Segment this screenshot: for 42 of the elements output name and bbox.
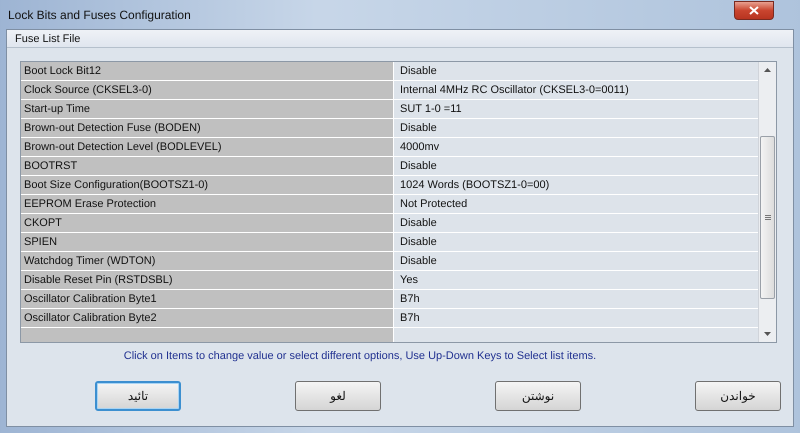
fuse-value[interactable]: B7h bbox=[394, 290, 758, 308]
fuse-value[interactable]: Disable bbox=[394, 252, 758, 270]
fuse-value[interactable]: Disable bbox=[394, 157, 758, 175]
scroll-down-icon[interactable] bbox=[764, 332, 771, 336]
scroll-thumb[interactable] bbox=[760, 136, 775, 299]
fuse-value[interactable]: Yes bbox=[394, 271, 758, 289]
fuse-name[interactable]: Oscillator Calibration Byte1 bbox=[21, 290, 394, 308]
fuse-name[interactable]: Clock Source (CKSEL3-0) bbox=[21, 81, 394, 99]
fuse-name[interactable]: BOOTRST bbox=[21, 157, 394, 175]
close-icon bbox=[749, 6, 759, 15]
fuse-name[interactable]: Boot Size Configuration(BOOTSZ1-0) bbox=[21, 176, 394, 194]
dialog-button[interactable]: خواندن bbox=[695, 381, 781, 411]
fuse-value[interactable]: Disable bbox=[394, 233, 758, 251]
fuse-value[interactable]: Disable bbox=[394, 214, 758, 232]
scrollbar[interactable] bbox=[758, 62, 776, 342]
fuse-value[interactable]: Internal 4MHz RC Oscillator (CKSEL3-0=0011) bbox=[394, 81, 758, 99]
fuse-value[interactable]: Disable bbox=[394, 62, 758, 80]
fuse-name[interactable]: Watchdog Timer (WDTON) bbox=[21, 252, 394, 270]
fuse-name[interactable]: Brown-out Detection Level (BODLEVEL) bbox=[21, 138, 394, 156]
dialog-button[interactable]: لغو bbox=[295, 381, 381, 411]
grip-icon bbox=[764, 215, 770, 220]
dialog-button[interactable]: نوشتن bbox=[495, 381, 581, 411]
fuse-value[interactable]: Disable bbox=[394, 119, 758, 137]
scroll-up-icon[interactable] bbox=[764, 68, 771, 72]
hint-text: Click on Items to change value or select different options, Use Up-Down Keys to Select list items. bbox=[122, 350, 598, 362]
group-title: Fuse List File bbox=[15, 32, 80, 44]
fuse-name[interactable]: Boot Lock Bit12 bbox=[21, 62, 394, 80]
fuse-name[interactable]: CKOPT bbox=[21, 214, 394, 232]
fuse-name[interactable]: Start-up Time bbox=[21, 100, 394, 118]
fuse-name[interactable]: Disable Reset Pin (RSTDSBL) bbox=[21, 271, 394, 289]
fuse-value[interactable]: B7h bbox=[394, 309, 758, 327]
fuse-value[interactable]: Not Protected bbox=[394, 195, 758, 213]
dialog-button[interactable]: تائید bbox=[95, 381, 181, 411]
fuse-name[interactable]: EEPROM Erase Protection bbox=[21, 195, 394, 213]
fuse-value[interactable]: SUT 1-0 =11 bbox=[394, 100, 758, 118]
close-button[interactable] bbox=[734, 1, 774, 20]
fuse-name[interactable]: Oscillator Calibration Byte2 bbox=[21, 309, 394, 327]
fuse-value[interactable]: 4000mv bbox=[394, 138, 758, 156]
fuse-name[interactable]: SPIEN bbox=[21, 233, 394, 251]
fuse-name[interactable]: Brown-out Detection Fuse (BODEN) bbox=[21, 119, 394, 137]
window-title: Lock Bits and Fuses Configuration bbox=[8, 8, 191, 22]
fuse-value[interactable]: 1024 Words (BOOTSZ1-0=00) bbox=[394, 176, 758, 194]
